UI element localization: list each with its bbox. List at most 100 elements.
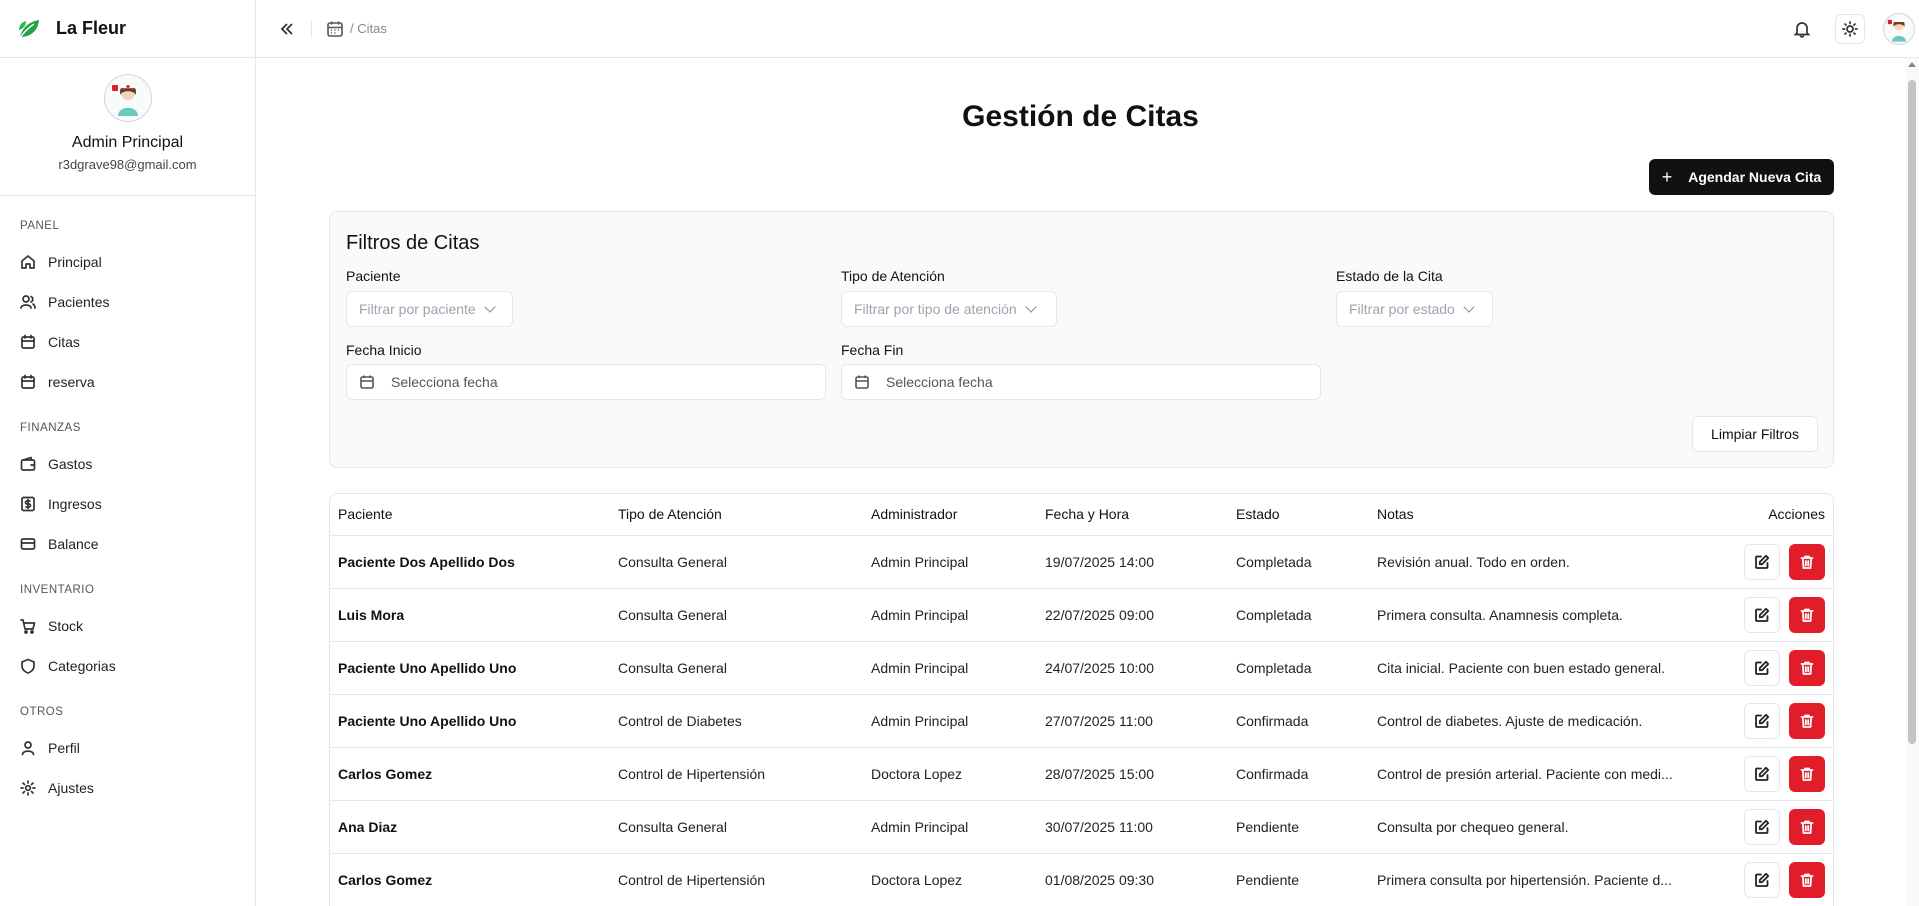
cell-fecha: 24/07/2025 10:00	[1045, 641, 1236, 695]
trash-icon	[1800, 820, 1814, 834]
sidebar-item-ajustes[interactable]: Ajustes	[0, 768, 255, 808]
new-appointment-button[interactable]: + Agendar Nueva Cita	[1649, 159, 1834, 195]
sidebar-item-pacientes[interactable]: Pacientes	[0, 282, 255, 322]
delete-button[interactable]	[1789, 808, 1825, 845]
table-row[interactable]: Luis Mora Consulta General Admin Princip…	[330, 588, 1833, 642]
table-row[interactable]: Paciente Uno Apellido Uno Control de Dia…	[330, 694, 1833, 748]
cell-acciones	[1677, 641, 1833, 695]
delete-button[interactable]	[1789, 543, 1825, 580]
cell-estado: Completada	[1236, 535, 1377, 589]
cell-estado: Completada	[1236, 641, 1377, 695]
delete-button[interactable]	[1789, 596, 1825, 633]
sidebar-item-principal[interactable]: Principal	[0, 242, 255, 282]
select-placeholder: Filtrar por paciente	[359, 301, 476, 317]
sidebar-item-label: Citas	[48, 334, 80, 350]
delete-button[interactable]	[1789, 649, 1825, 686]
datepicker-placeholder: Selecciona fecha	[391, 374, 498, 390]
user-avatar-button[interactable]	[1883, 12, 1915, 45]
filter-estado-select[interactable]: Filtrar por estado	[1336, 291, 1493, 327]
select-placeholder: Filtrar por tipo de atención	[854, 301, 1017, 317]
trash-icon	[1800, 714, 1814, 728]
edit-icon	[1755, 713, 1770, 728]
edit-button[interactable]	[1744, 861, 1780, 898]
cell-notas: Primera consulta por hipertensión. Pacie…	[1377, 853, 1677, 906]
delete-button[interactable]	[1789, 861, 1825, 898]
sidebar-item-label: Balance	[48, 536, 99, 552]
scroll-thumb[interactable]	[1908, 80, 1916, 744]
sidebar-item-categorias[interactable]: Categorias	[0, 646, 255, 686]
column-header[interactable]: Notas	[1377, 494, 1677, 536]
page-title: Gestión de Citas	[962, 100, 1199, 133]
brand[interactable]: La Fleur	[0, 0, 255, 58]
calendar-icon	[360, 375, 374, 389]
cell-notas: Revisión anual. Todo en orden.	[1377, 535, 1677, 589]
edit-button[interactable]	[1744, 649, 1780, 686]
table-row[interactable]: Carlos Gomez Control de Hipertensión Doc…	[330, 853, 1833, 906]
clear-filters-button[interactable]: Limpiar Filtros	[1692, 416, 1818, 452]
cell-estado: Confirmada	[1236, 747, 1377, 801]
breadcrumb-current[interactable]: / Citas	[350, 21, 387, 36]
filter-tipo-select[interactable]: Filtrar por tipo de atención	[841, 291, 1057, 327]
theme-toggle-button[interactable]	[1835, 13, 1865, 44]
nav-section-otros: OTROS	[20, 706, 64, 718]
sidebar-item-stock[interactable]: Stock	[0, 606, 255, 646]
table-row[interactable]: Ana Diaz Consulta General Admin Principa…	[330, 800, 1833, 854]
column-header[interactable]: Estado	[1236, 494, 1377, 536]
filter-inicio-datepicker[interactable]: Selecciona fecha	[346, 364, 826, 400]
delete-button[interactable]	[1789, 702, 1825, 739]
sidebar-item-gastos[interactable]: Gastos	[0, 444, 255, 484]
edit-button[interactable]	[1744, 755, 1780, 792]
sun-icon	[1842, 20, 1858, 37]
sidebar-item-perfil[interactable]: Perfil	[0, 728, 255, 768]
filter-fin-datepicker[interactable]: Selecciona fecha	[841, 364, 1321, 400]
filter-paciente-label: Paciente	[346, 268, 401, 284]
sidebar-item-citas[interactable]: Citas	[0, 322, 255, 362]
edit-icon	[1755, 660, 1770, 675]
page-scrollbar[interactable]	[1905, 58, 1919, 906]
edit-icon	[1755, 554, 1770, 569]
cell-tipo: Control de Hipertensión	[618, 853, 871, 906]
cell-paciente: Paciente Uno Apellido Uno	[330, 641, 618, 695]
cell-notas: Consulta por chequeo general.	[1377, 800, 1677, 854]
filter-fin-label: Fecha Fin	[841, 342, 904, 358]
header-actions	[1787, 12, 1915, 45]
column-header: Acciones	[1677, 494, 1833, 536]
collapse-sidebar-button[interactable]	[273, 15, 301, 43]
column-header[interactable]: Tipo de Atención	[618, 494, 871, 536]
column-header[interactable]: Paciente	[330, 494, 618, 536]
delete-button[interactable]	[1789, 755, 1825, 792]
column-header[interactable]: Fecha y Hora	[1045, 494, 1236, 536]
column-header[interactable]: Administrador	[871, 494, 1045, 536]
cell-acciones	[1677, 747, 1833, 801]
nav-section-inventario: INVENTARIO	[20, 584, 95, 596]
edit-button[interactable]	[1744, 543, 1780, 580]
sidebar-item-ingresos[interactable]: Ingresos	[0, 484, 255, 524]
table-row[interactable]: Paciente Dos Apellido Dos Consulta Gener…	[330, 535, 1833, 589]
trash-icon	[1800, 608, 1814, 622]
cell-paciente: Carlos Gomez	[330, 747, 618, 801]
trash-icon	[1800, 767, 1814, 781]
scroll-up-arrow-icon[interactable]	[1908, 62, 1916, 67]
cell-acciones	[1677, 800, 1833, 854]
sidebar-item-reserva[interactable]: reserva	[0, 362, 255, 402]
cell-paciente: Paciente Uno Apellido Uno	[330, 694, 618, 748]
table-row[interactable]: Carlos Gomez Control de Hipertensión Doc…	[330, 747, 1833, 801]
sidebar-item-label: reserva	[48, 374, 95, 390]
sidebar-item-label: Categorias	[48, 658, 116, 674]
sidebar-nav: PANEL Principal Pacientes Citas reserva …	[0, 196, 255, 808]
sidebar-item-balance[interactable]: Balance	[0, 524, 255, 564]
edit-button[interactable]	[1744, 596, 1780, 633]
edit-button[interactable]	[1744, 702, 1780, 739]
edit-button[interactable]	[1744, 808, 1780, 845]
table-row[interactable]: Paciente Uno Apellido Uno Consulta Gener…	[330, 641, 1833, 695]
cell-paciente: Luis Mora	[330, 588, 618, 642]
cell-notas: Cita inicial. Paciente con buen estado g…	[1377, 641, 1677, 695]
calendar-icon	[21, 334, 35, 349]
filter-paciente-select[interactable]: Filtrar por paciente	[346, 291, 513, 327]
sidebar-item-label: Ajustes	[48, 780, 94, 796]
cell-fecha: 22/07/2025 09:00	[1045, 588, 1236, 642]
notifications-button[interactable]	[1787, 14, 1817, 44]
new-appointment-label: Agendar Nueva Cita	[1688, 169, 1822, 185]
avatar[interactable]	[103, 74, 152, 122]
user-icon	[21, 741, 35, 756]
